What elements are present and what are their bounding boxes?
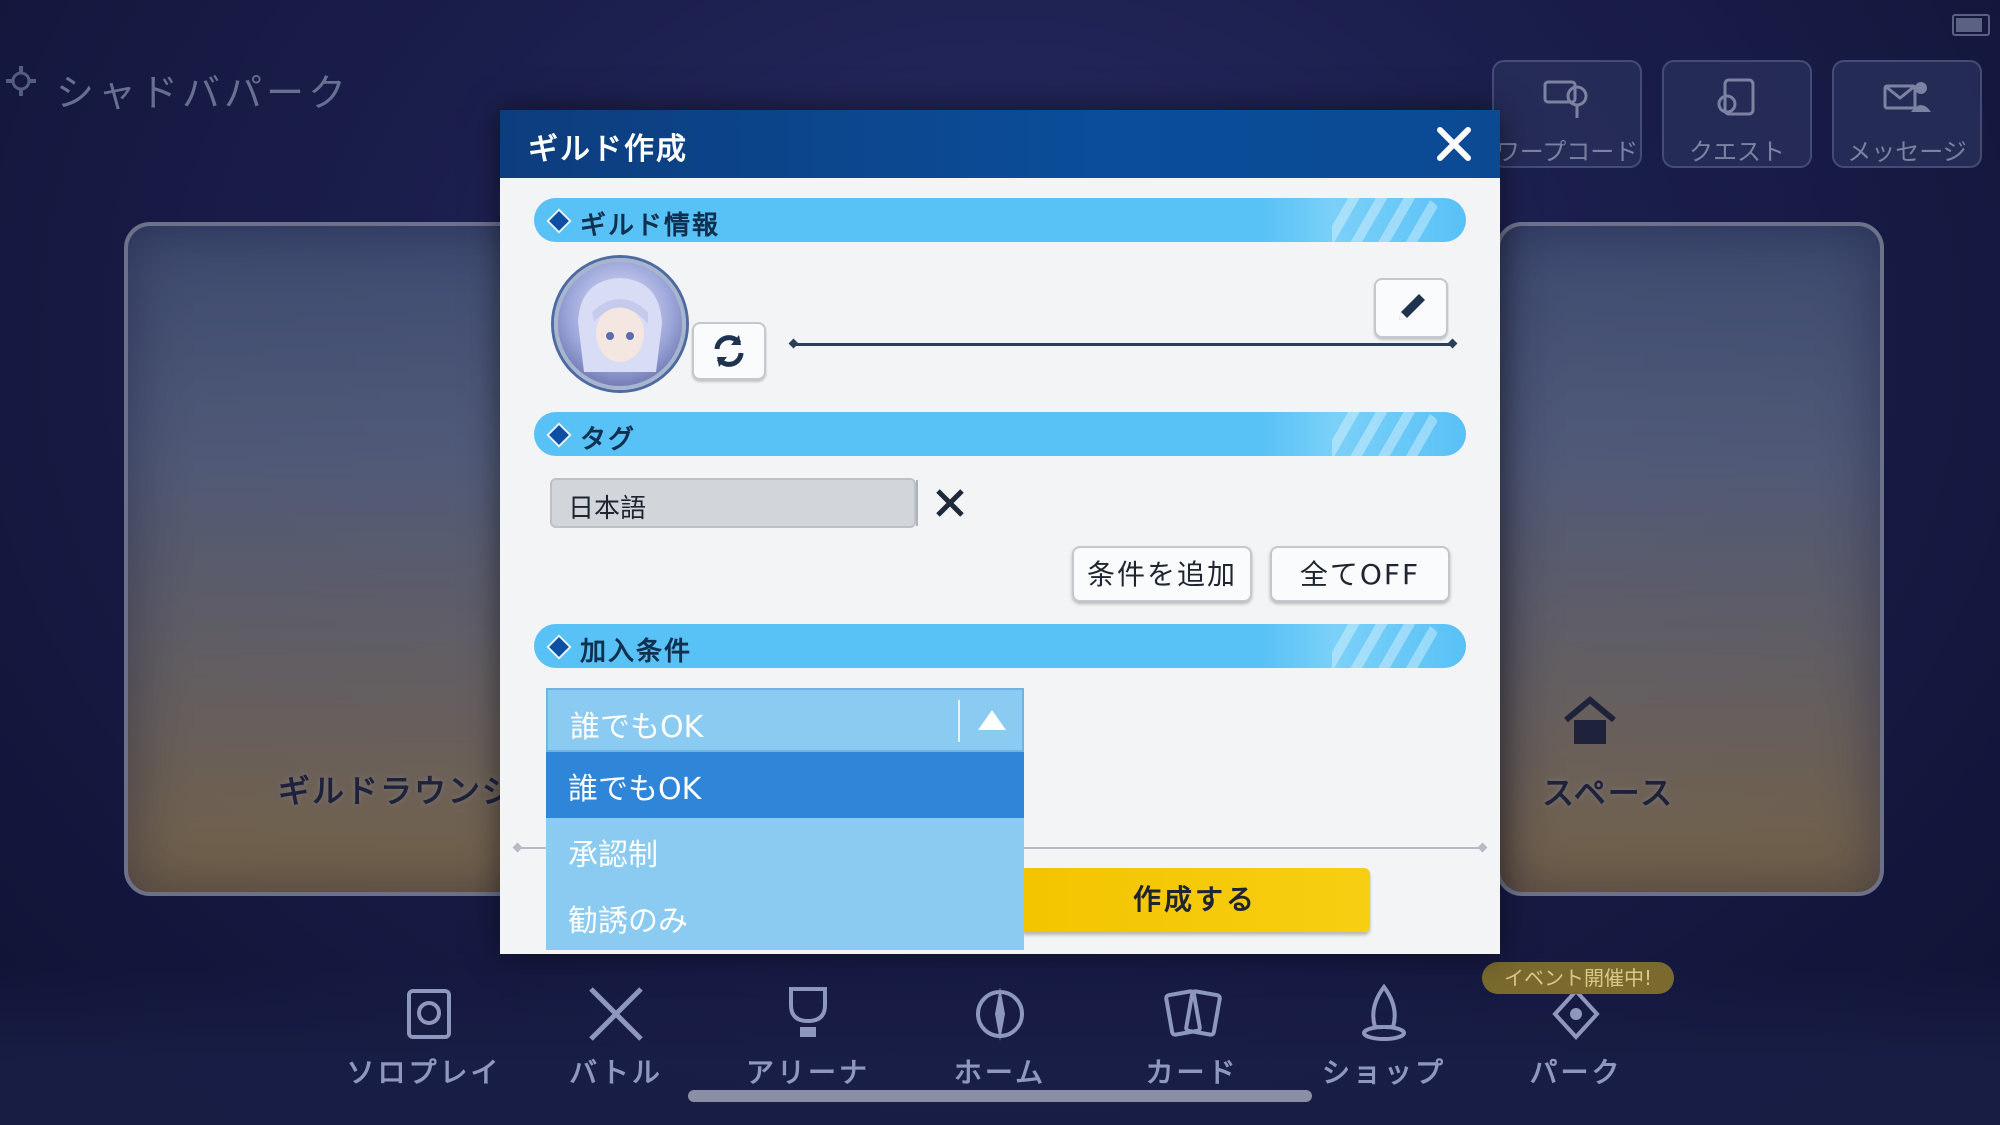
join-condition-dropdown[interactable]: 誰でもOK 誰でもOK 承認制 勧誘のみ: [546, 688, 1024, 950]
tag-chip-japanese: 日本語: [550, 478, 964, 528]
nav-cards-label: カード: [1145, 1056, 1239, 1089]
remove-tag-icon[interactable]: [932, 485, 968, 521]
all-off-button[interactable]: 全てOFF: [1270, 546, 1450, 602]
close-icon[interactable]: [1430, 120, 1478, 168]
refresh-emblem-button[interactable]: [692, 322, 766, 380]
dropdown-option-invite-only[interactable]: 勧誘のみ: [546, 884, 1024, 950]
dropdown-option-anyone[interactable]: 誰でもOK: [546, 752, 1024, 818]
character-portrait-icon: [578, 278, 662, 372]
chevron-up-icon: [978, 710, 1006, 730]
nav-arena[interactable]: アリーナ: [728, 983, 888, 1091]
nav-cards[interactable]: カード: [1112, 983, 1272, 1091]
tag-chip-label: 日本語: [568, 494, 647, 524]
dropdown-selected-label: 誰でもOK: [570, 710, 704, 745]
dropdown-options: 誰でもOK 承認制 勧誘のみ: [546, 752, 1024, 950]
diamond-icon: [546, 422, 572, 448]
nav-arena-label: アリーナ: [745, 1056, 870, 1089]
guild-name-field[interactable]: [794, 343, 1452, 346]
nav-park-label: パーク: [1529, 1056, 1623, 1089]
dropdown-selected[interactable]: 誰でもOK: [546, 688, 1024, 752]
edit-name-button[interactable]: [1374, 278, 1448, 338]
section-join-conditions: 加入条件: [534, 624, 1466, 668]
event-badge: イベント開催中!: [1482, 962, 1674, 994]
home-compass-icon: [976, 987, 1024, 1041]
nav-shop[interactable]: ショップ: [1304, 983, 1464, 1091]
diamond-icon: [546, 208, 572, 234]
nav-home[interactable]: ホーム: [920, 983, 1080, 1091]
pencil-icon: [1399, 294, 1425, 320]
nav-battle[interactable]: バトル: [536, 983, 696, 1091]
shop-icon: [1362, 983, 1406, 1041]
create-guild-button[interactable]: 作成する: [1020, 868, 1370, 932]
nav-solo-play[interactable]: ソロプレイ: [344, 983, 504, 1091]
dropdown-option-approval[interactable]: 承認制: [546, 818, 1024, 884]
section-guild-info-label: ギルド情報: [580, 211, 721, 241]
add-condition-button[interactable]: 条件を追加: [1072, 546, 1252, 602]
nav-solo-play-label: ソロプレイ: [346, 1056, 502, 1089]
guild-emblem[interactable]: [554, 258, 686, 390]
refresh-icon: [714, 335, 744, 367]
nav-battle-label: バトル: [569, 1056, 663, 1089]
dialog-title: ギルド作成: [528, 132, 688, 167]
section-join-label: 加入条件: [580, 637, 693, 667]
diamond-icon: [546, 634, 572, 660]
cards-icon: [1164, 989, 1222, 1037]
section-tags-label: タグ: [580, 425, 637, 455]
dialog-header: ギルド作成: [500, 110, 1500, 178]
battle-swords-icon: [589, 987, 643, 1041]
solo-play-icon: [407, 989, 451, 1039]
section-guild-info: ギルド情報: [534, 198, 1466, 242]
arena-trophy-icon: [789, 987, 827, 1037]
nav-shop-label: ショップ: [1321, 1056, 1446, 1089]
nav-park[interactable]: パーク: [1496, 983, 1656, 1091]
section-tags: タグ: [534, 412, 1466, 456]
home-indicator[interactable]: [688, 1090, 1312, 1102]
nav-home-label: ホーム: [953, 1056, 1047, 1089]
